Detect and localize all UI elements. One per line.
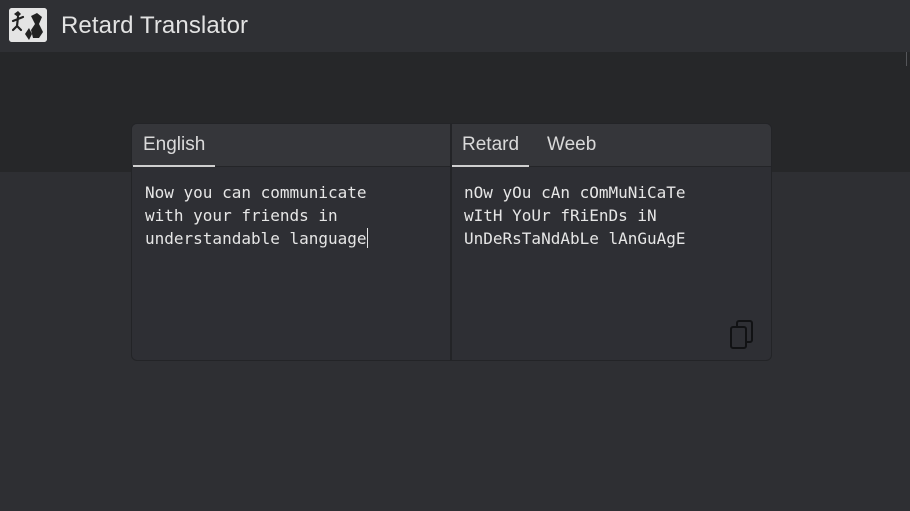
tab-retard[interactable]: Retard [452,133,530,167]
output-text-line: wItH YoUr fRiEnDs iN [464,206,657,225]
title-bar: Retard Translator [0,0,910,52]
output-text-line: UnDeRsTaNdAbLe lAnGuAgE [464,229,686,248]
copy-button[interactable] [728,319,758,351]
source-text-input[interactable]: Now you can communicate with your friend… [145,181,435,250]
source-tab-bar: English [132,124,451,167]
source-text-line: with your friends in [145,206,338,225]
tab-weeb[interactable]: Weeb [537,133,606,167]
copy-icon [730,320,753,349]
app-logo-icon [9,8,47,42]
translator-card: English Now you can communicate with you… [131,123,772,361]
source-text-line: understandable language [145,229,367,248]
text-caret [366,228,368,248]
translated-text-output: nOw yOu cAn cOmMuNiCaTe wItH YoUr fRiEnD… [464,181,754,250]
source-text-line: Now you can communicate [145,183,367,202]
target-pane: Retard Weeb nOw yOu cAn cOmMuNiCaTe wItH… [452,124,771,360]
tab-english[interactable]: English [133,133,216,167]
scrollbar[interactable] [906,52,907,66]
output-text-line: nOw yOu cAn cOmMuNiCaTe [464,183,686,202]
source-pane: English Now you can communicate with you… [132,124,451,360]
app-title: Retard Translator [61,12,249,39]
target-tab-bar: Retard Weeb [452,124,771,167]
